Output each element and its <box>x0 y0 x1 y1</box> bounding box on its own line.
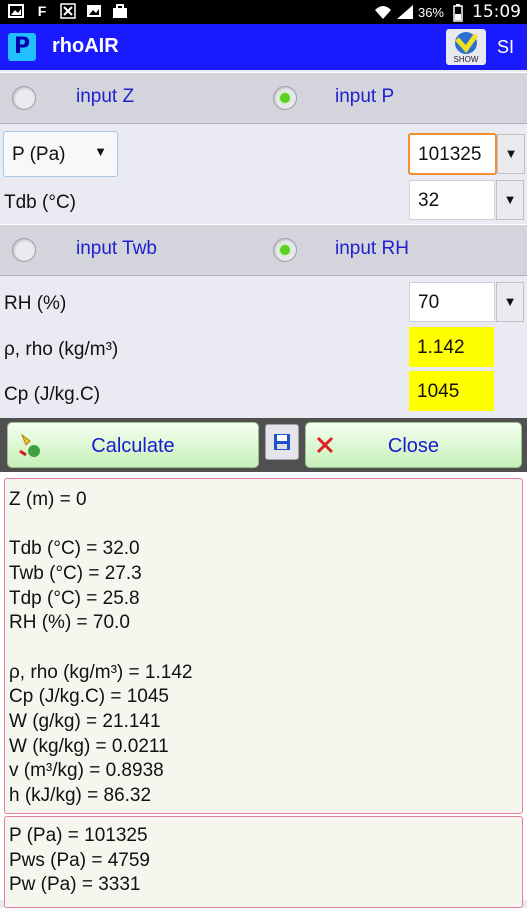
radio-input-p[interactable] <box>273 73 297 123</box>
radio-input-z[interactable] <box>12 73 36 123</box>
radio-circle-checked[interactable] <box>273 238 297 262</box>
results-box-1: Z (m) = 0 Tdb (°C) = 32.0 Twb (°C) = 27.… <box>4 478 523 814</box>
radio-input-twb-label[interactable]: input Twb <box>76 238 157 260</box>
radio-input-z-label[interactable]: input Z <box>76 86 134 108</box>
rh-value: 70 <box>418 292 440 313</box>
result-line: Cp (J/kg.C) = 1045 <box>9 686 169 707</box>
close-button[interactable]: Close <box>305 422 522 468</box>
app-title: rhoAIR <box>52 35 119 57</box>
result-line: h (kJ/kg) = 86.32 <box>9 785 152 806</box>
rho-label: ρ, rho (kg/m³) <box>4 339 119 360</box>
results-box-2: P (Pa) = 101325 Pws (Pa) = 4759 Pw (Pa) … <box>4 816 523 908</box>
radio-circle-checked[interactable] <box>273 86 297 110</box>
results-panel: Z (m) = 0 Tdb (°C) = 32.0 Twb (°C) = 27.… <box>0 472 527 908</box>
rh-dropdown-button[interactable]: ▼ <box>496 282 524 322</box>
radio-input-twb[interactable] <box>12 225 36 275</box>
input-mode-group-1: input Z input P <box>0 72 527 124</box>
result-line: W (kg/kg) = 0.0211 <box>9 736 169 757</box>
excel-icon <box>60 3 76 19</box>
briefcase-icon <box>112 3 128 19</box>
show-label: SHOW <box>453 55 479 64</box>
result-line: Pws (Pa) = 4759 <box>9 850 150 871</box>
show-button[interactable]: SHOW <box>446 29 486 65</box>
radio-input-p-label[interactable]: input P <box>335 86 394 108</box>
cp-value: 1045 <box>417 381 460 402</box>
show-icon <box>455 32 479 54</box>
radio-circle[interactable] <box>12 86 36 110</box>
radio-input-rh[interactable] <box>273 225 297 275</box>
battery-percent: 36% <box>417 4 444 20</box>
button-bar: Calculate Close <box>0 418 527 472</box>
pressure-input[interactable]: 101325 <box>408 133 497 175</box>
wifi-icon <box>374 4 391 20</box>
floppy-disk-icon <box>274 434 290 450</box>
tdb-label: Tdb (°C) <box>4 192 76 213</box>
result-line: Z (m) = 0 <box>9 489 87 510</box>
facebook-icon: F <box>37 3 47 19</box>
save-button[interactable] <box>265 424 299 460</box>
tdb-input[interactable]: 32 <box>409 180 495 220</box>
action-bar: P rhoAIR SHOW SI <box>0 24 527 70</box>
clock: 15:09 <box>472 2 521 22</box>
input-mode-group-2: input Twb input RH <box>0 224 527 276</box>
close-label: Close <box>387 435 440 457</box>
result-line: v (m³/kg) = 0.8938 <box>9 760 164 781</box>
result-line: Tdp (°C) = 25.8 <box>9 588 140 609</box>
pressure-dropdown-button[interactable]: ▼ <box>497 134 525 174</box>
rh-label: RH (%) <box>4 293 67 314</box>
result-line: W (g/kg) = 21.141 <box>9 711 161 732</box>
result-line: Pw (Pa) = 3331 <box>9 874 141 895</box>
units-toggle[interactable]: SI <box>497 37 514 58</box>
rho-value: 1.142 <box>417 337 465 358</box>
result-line: Tdb (°C) = 32.0 <box>9 538 140 559</box>
result-line: P (Pa) = 101325 <box>9 825 148 846</box>
result-line: RH (%) = 70.0 <box>9 612 130 633</box>
app-logo-icon: P <box>8 33 36 61</box>
image-icon <box>8 3 24 19</box>
result-line: ρ, rho (kg/m³) = 1.142 <box>9 662 193 683</box>
pressure-unit-select[interactable]: P (Pa) ▼ <box>3 131 118 177</box>
tdb-dropdown-button[interactable]: ▼ <box>496 180 524 220</box>
cp-result: 1045 <box>409 371 494 411</box>
calculate-button[interactable]: Calculate <box>7 422 259 468</box>
cp-label: Cp (J/kg.C) <box>4 384 101 405</box>
pressure-value: 101325 <box>418 144 482 165</box>
battery-icon <box>450 4 466 22</box>
calculate-label: Calculate <box>91 435 175 457</box>
radio-input-rh-label[interactable]: input RH <box>335 238 409 260</box>
radio-circle[interactable] <box>12 238 36 262</box>
rh-input[interactable]: 70 <box>409 282 495 322</box>
pressure-unit-value: P (Pa) <box>12 144 66 165</box>
signal-icon <box>396 4 413 20</box>
chevron-down-icon: ▼ <box>94 144 107 159</box>
rho-result: 1.142 <box>409 327 494 367</box>
status-bar: F 36% 15:09 <box>0 0 527 24</box>
result-line: Twb (°C) = 27.3 <box>9 563 142 584</box>
tdb-value: 32 <box>418 190 440 211</box>
picture-icon <box>86 3 102 19</box>
